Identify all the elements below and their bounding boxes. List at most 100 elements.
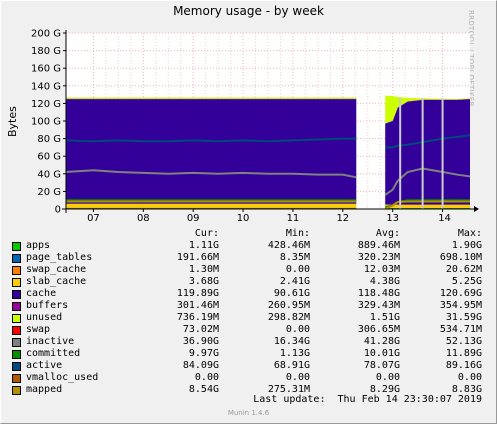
x-tick-label: 14: [438, 213, 451, 224]
legend-swatch: [12, 242, 21, 251]
y-tick-label: 60 G: [37, 152, 61, 163]
legend-max: 31.59G: [445, 312, 482, 323]
header-cur: Cur:: [194, 228, 219, 239]
legend-max: 698.10M: [439, 252, 482, 263]
y-tick-label: 120 G: [31, 99, 61, 110]
y-tick-label: 40 G: [37, 169, 61, 180]
legend-row-unused: unused 736.19M 298.82M 1.51G 31.59G: [12, 312, 492, 324]
legend-avg: 329.43M: [357, 300, 400, 311]
legend-cur: 84.09G: [182, 360, 219, 371]
legend-avg: 4.38G: [369, 276, 400, 287]
legend-cur: 301.46M: [176, 300, 219, 311]
legend-min: 16.34G: [273, 336, 310, 347]
legend-header: Cur: Min: Avg: Max:: [12, 228, 492, 240]
legend-label: buffers: [26, 300, 69, 311]
area-unused-seg0: [66, 97, 357, 99]
legend-min: 0.00: [285, 372, 310, 383]
legend-min: 0.00: [285, 324, 310, 335]
legend-label: swap_cache: [26, 264, 87, 275]
legend-min: 90.61G: [273, 288, 310, 299]
header-avg: Avg:: [375, 228, 400, 239]
y-tick-label: 200 G: [31, 29, 61, 40]
legend-swatch: [12, 302, 21, 311]
stacked-areas: [66, 95, 470, 209]
legend-row-swap: swap 73.02M 0.00 306.65M 534.71M: [12, 324, 492, 336]
legend-row-swap-cache: swap_cache 1.30M 0.00 12.03M 20.62M: [12, 264, 492, 276]
y-tick-label: 20 G: [37, 187, 61, 198]
legend-min: 0.00: [285, 264, 310, 275]
legend-max: 1.90G: [451, 240, 482, 251]
legend-max: 89.16G: [445, 360, 482, 371]
legend-cur: 0.00: [194, 372, 219, 383]
munin-version: Munin 1.4.6: [227, 409, 270, 417]
legend-min: 298.82M: [267, 312, 310, 323]
legend-avg: 78.07G: [363, 360, 400, 371]
header-min: Min:: [285, 228, 310, 239]
legend-row-apps: apps 1.11G 428.46M 889.46M 1.90G: [12, 240, 492, 252]
y-tick-label: 180 G: [31, 46, 61, 57]
legend-min: 68.91G: [273, 360, 310, 371]
legend-label: active: [26, 360, 63, 371]
legend-row-active: active 84.09G 68.91G 78.07G 89.16G: [12, 360, 492, 372]
legend-max: 120.69G: [439, 288, 482, 299]
legend-min: 260.95M: [267, 300, 310, 311]
legend-row-cache: cache 119.89G 90.61G 118.48G 120.69G: [12, 288, 492, 300]
legend-avg: 10.01G: [363, 348, 400, 359]
x-tick-label: 11: [287, 213, 300, 224]
legend-label: unused: [26, 312, 63, 323]
y-tick-label: 160 G: [31, 64, 61, 75]
legend-max: 52.13G: [445, 336, 482, 347]
legend-label: vmalloc_used: [26, 372, 99, 383]
x-tick-label: 08: [137, 213, 150, 224]
x-tick-label: 07: [87, 213, 100, 224]
legend-cur: 191.66M: [176, 252, 219, 263]
legend-cur: 3.68G: [188, 276, 219, 287]
legend-cur: 1.30M: [188, 264, 219, 275]
legend-row-slab-cache: slab_cache 3.68G 2.41G 4.38G 5.25G: [12, 276, 492, 288]
legend-swatch: [12, 314, 21, 323]
legend-cur: 9.97G: [188, 348, 219, 359]
memory-chart: 0 20 G 40 G 60 G 80 G 100 G 120 G 140 G 160 G 180…: [31, 29, 479, 224]
legend-label: page_tables: [26, 252, 93, 263]
y-tick-label: 0: [55, 205, 61, 216]
legend-swatch: [12, 350, 21, 359]
legend-avg: 0.00: [375, 372, 400, 383]
area-slab-cache-seg1: [385, 204, 470, 208]
x-tick-label: 13: [386, 213, 399, 224]
legend-cur: 73.02M: [182, 324, 219, 335]
legend-swatch: [12, 278, 21, 287]
legend-min: 2.41G: [279, 276, 310, 287]
legend-label: slab_cache: [26, 276, 87, 287]
x-axis: 07 08 09 10 11 12 13 14: [87, 209, 451, 224]
legend-row-committed: committed 9.97G 1.13G 10.01G 11.89G: [12, 348, 492, 360]
y-tick-label: 80 G: [37, 134, 61, 145]
legend-row-page-tables: page_tables 191.66M 8.35M 320.23M 698.10M: [12, 252, 492, 264]
legend-max: 534.71M: [439, 324, 482, 335]
legend-swatch: [12, 266, 21, 275]
x-tick-label: 12: [336, 213, 349, 224]
legend-min: 8.35M: [279, 252, 310, 263]
legend-row-vmalloc-used: vmalloc_used 0.00 0.00 0.00 0.00: [12, 372, 492, 384]
area-cache-seg1: [385, 99, 470, 205]
legend-swatch: [12, 254, 21, 263]
x-tick-label: 09: [187, 213, 200, 224]
legend-swatch: [12, 374, 21, 383]
legend-max: 5.25G: [451, 276, 482, 287]
legend-avg: 12.03M: [363, 264, 400, 275]
legend-cur: 736.19M: [176, 312, 219, 323]
legend-max: 0.00: [457, 372, 482, 383]
legend-avg: 1.51G: [369, 312, 400, 323]
legend-swatch: [12, 362, 21, 371]
legend-max: 354.95M: [439, 300, 482, 311]
legend-max: 20.62M: [445, 264, 482, 275]
legend-avg: 41.28G: [363, 336, 400, 347]
y-tick-label: 140 G: [31, 81, 61, 92]
legend-swatch: [12, 290, 21, 299]
legend-row-inactive: inactive 36.90G 16.34G 41.28G 52.13G: [12, 336, 492, 348]
area-slab-cache-seg0: [66, 203, 357, 208]
legend-table: Cur: Min: Avg: Max: apps 1.11G 428.46M 889.…: [12, 228, 492, 396]
legend-label: cache: [26, 288, 57, 299]
legend-label: committed: [26, 348, 81, 359]
legend-swatch: [12, 326, 21, 335]
legend-label: inactive: [26, 336, 75, 347]
